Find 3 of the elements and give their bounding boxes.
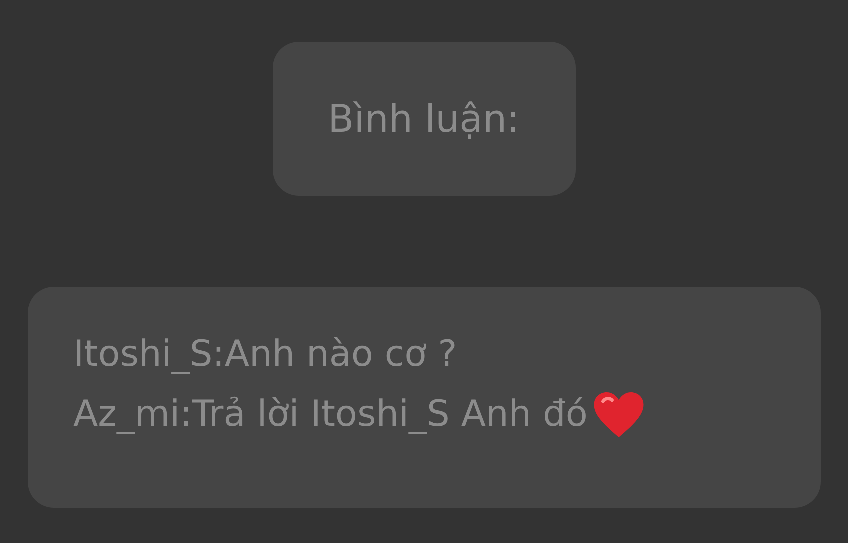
comment-text: Itoshi_S:Anh nào cơ ? xyxy=(74,333,458,377)
section-title: Bình luận: xyxy=(328,97,520,141)
comment-text: Az_mi:Trả lời Itoshi_S Anh đó xyxy=(74,393,588,437)
